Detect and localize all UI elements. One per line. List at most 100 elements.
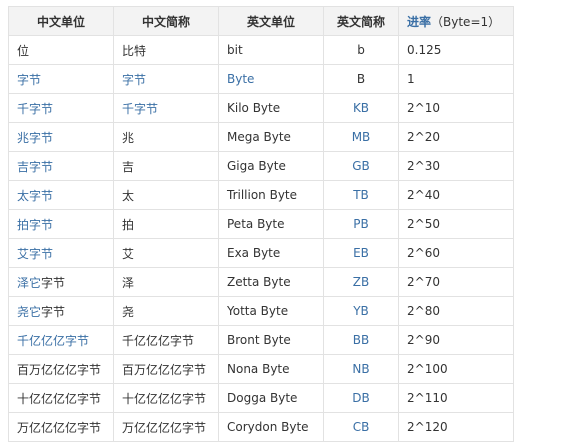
cell-link[interactable]: YB: [353, 304, 369, 318]
cell-cn-unit: 百万亿亿亿字节: [8, 354, 114, 384]
header-cn-abbr: 中文简称: [113, 6, 219, 36]
storage-units-table: 中文单位 中文简称 英文单位 英文简称 进率（Byte=1） 位 比特 bit b 0.…: [8, 6, 514, 442]
cell-link[interactable]: 拍字节: [17, 218, 53, 232]
cell-cn-unit: 吉字节: [8, 151, 114, 181]
cell-link[interactable]: 艾字节: [17, 247, 53, 261]
table-row: 百万亿亿亿字节 百万亿亿亿字节 Nona Byte NB 2^100: [8, 354, 514, 384]
table-row: 字节 字节 Byte B 1: [8, 64, 514, 94]
cell-cn-abbr: 字节: [113, 64, 219, 94]
cell-text: b: [357, 43, 365, 57]
cell-link[interactable]: 千字节: [122, 102, 158, 116]
cell-link[interactable]: MB: [352, 130, 371, 144]
cell-link[interactable]: GB: [352, 159, 370, 173]
table-row: 泽它字节泽 Zetta Byte ZB 2^70: [8, 267, 514, 297]
cell-link[interactable]: 泽它: [17, 276, 41, 290]
cell-link[interactable]: 吉字节: [17, 160, 53, 174]
cell-en-abbr: CB: [323, 412, 399, 442]
cell-link[interactable]: ZB: [353, 275, 369, 289]
cell-base: 2^20: [398, 122, 514, 152]
cell-base: 0.125: [398, 35, 514, 65]
cell-base: 2^40: [398, 180, 514, 210]
cell-base: 2^60: [398, 238, 514, 268]
cell-en-unit: Yotta Byte: [218, 296, 324, 326]
cell-en-abbr: MB: [323, 122, 399, 152]
cell-text: 尧: [122, 304, 135, 319]
cell-en-unit: Trillion Byte: [218, 180, 324, 210]
cell-en-unit: Peta Byte: [218, 209, 324, 239]
header-base: 进率（Byte=1）: [398, 6, 514, 36]
cell-cn-abbr: 千亿亿亿字节: [113, 325, 219, 355]
cell-link[interactable]: 兆字节: [17, 131, 53, 145]
cell-cn-abbr: 泽: [113, 267, 219, 297]
cell-link[interactable]: PB: [353, 217, 368, 231]
page: 中文单位 中文简称 英文单位 英文简称 进率（Byte=1） 位 比特 bit b 0.…: [0, 0, 563, 443]
cell-link[interactable]: Byte: [227, 72, 254, 86]
cell-cn-abbr: 太: [113, 180, 219, 210]
cell-en-unit: Corydon Byte: [218, 412, 324, 442]
cell-en-abbr: YB: [323, 296, 399, 326]
cell-text: 艾: [122, 246, 135, 261]
cell-text: Peta Byte: [227, 217, 285, 231]
cell-cn-abbr: 万亿亿亿亿字节: [113, 412, 219, 442]
cell-cn-unit: 千字节: [8, 93, 114, 123]
cell-link[interactable]: NB: [352, 362, 369, 376]
cell-en-unit: bit: [218, 35, 324, 65]
cell-en-abbr: BB: [323, 325, 399, 355]
table-row: 位 比特 bit b 0.125: [8, 35, 514, 65]
cell-link[interactable]: 字节: [17, 73, 41, 87]
cell-text: 十亿亿亿亿字节: [122, 391, 207, 406]
cell-link[interactable]: 尧它: [17, 305, 41, 319]
cell-en-unit: Zetta Byte: [218, 267, 324, 297]
cell-link[interactable]: BB: [353, 333, 369, 347]
cell-text: 兆: [122, 130, 135, 145]
cell-text: 万亿亿亿亿字节: [122, 420, 207, 435]
cell-cn-unit: 泽它字节: [8, 267, 114, 297]
cell-base: 2^80: [398, 296, 514, 326]
cell-en-unit: Nona Byte: [218, 354, 324, 384]
cell-text: 太: [122, 188, 135, 203]
cell-link[interactable]: CB: [353, 420, 370, 434]
cell-text: Kilo Byte: [227, 101, 281, 115]
cell-en-unit: Kilo Byte: [218, 93, 324, 123]
cell-en-unit: Mega Byte: [218, 122, 324, 152]
cell-link[interactable]: KB: [353, 101, 369, 115]
cell-en-abbr: PB: [323, 209, 399, 239]
cell-en-unit: Bront Byte: [218, 325, 324, 355]
cell-link[interactable]: 千亿亿亿字节: [17, 334, 89, 348]
cell-en-unit: Byte: [218, 64, 324, 94]
cell-link[interactable]: TB: [353, 188, 369, 202]
cell-cn-abbr: 拍: [113, 209, 219, 239]
cell-text: Zetta Byte: [227, 275, 291, 289]
cell-text: 百万亿亿亿字节: [122, 362, 207, 377]
cell-en-unit: Giga Byte: [218, 151, 324, 181]
cell-cn-abbr: 千字节: [113, 93, 219, 123]
table-row: 拍字节 拍 Peta Byte PB 2^50: [8, 209, 514, 239]
cell-cn-unit: 尧它字节: [8, 296, 114, 326]
cell-cn-abbr: 百万亿亿亿字节: [113, 354, 219, 384]
cell-text: B: [356, 72, 366, 86]
cell-link[interactable]: 千字节: [17, 102, 53, 116]
cell-link[interactable]: EB: [353, 246, 369, 260]
cell-link[interactable]: 太字节: [17, 189, 53, 203]
header-en-abbr: 英文简称: [323, 6, 399, 36]
cell-link[interactable]: 字节: [122, 73, 146, 87]
cell-text: 千亿亿亿字节: [122, 333, 195, 348]
cell-cn-abbr: 艾: [113, 238, 219, 268]
cell-cn-unit: 字节: [8, 64, 114, 94]
cell-en-abbr: B: [323, 64, 399, 94]
cell-link[interactable]: DB: [352, 391, 369, 405]
cell-cn-abbr: 兆: [113, 122, 219, 152]
cell-cn-unit: 千亿亿亿字节: [8, 325, 114, 355]
cell-text: Exa Byte: [227, 246, 281, 260]
cell-en-abbr: EB: [323, 238, 399, 268]
base-link[interactable]: 进率: [407, 15, 431, 29]
cell-text: Yotta Byte: [227, 304, 289, 318]
cell-text: Trillion Byte: [227, 188, 298, 202]
cell-text: 吉: [122, 159, 135, 174]
cell-en-unit: Exa Byte: [218, 238, 324, 268]
cell-text: 十亿亿亿亿字节: [17, 391, 102, 406]
cell-en-abbr: ZB: [323, 267, 399, 297]
cell-en-abbr: KB: [323, 93, 399, 123]
cell-en-abbr: NB: [323, 354, 399, 384]
cell-base: 2^70: [398, 267, 514, 297]
